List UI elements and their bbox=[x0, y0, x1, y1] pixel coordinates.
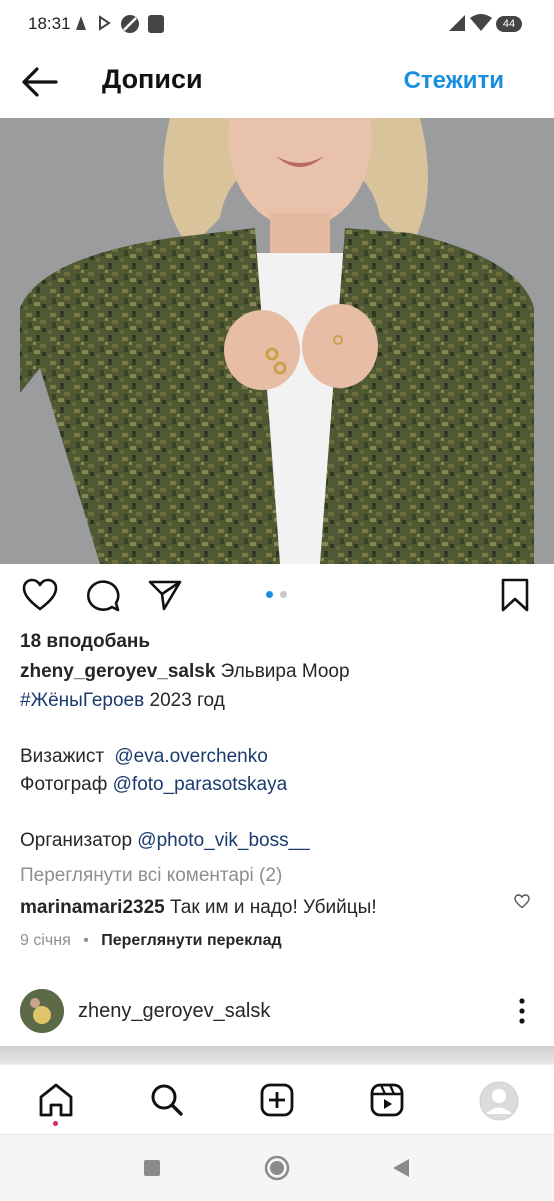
post-date: 9 січня bbox=[20, 932, 71, 949]
back-arrow-icon[interactable] bbox=[20, 64, 60, 100]
organizer-mention-link[interactable]: @photo_vik_boss__ bbox=[137, 830, 309, 851]
comment-like-heart-icon[interactable] bbox=[514, 894, 530, 909]
makeup-label: Визажист bbox=[20, 746, 110, 767]
top-header: Дописи Стежити bbox=[0, 48, 554, 118]
comment-username[interactable]: marinamari2325 bbox=[20, 897, 165, 918]
comment-text: Так им и надо! Убийцы! bbox=[164, 897, 377, 918]
app-icon bbox=[148, 15, 164, 33]
more-options-icon[interactable] bbox=[510, 996, 534, 1026]
caption-year: 2023 год bbox=[144, 690, 225, 711]
save-bookmark-icon[interactable] bbox=[500, 578, 530, 612]
next-post-image-preview[interactable] bbox=[0, 1046, 554, 1064]
like-heart-icon[interactable] bbox=[22, 578, 58, 612]
back-triangle-icon[interactable] bbox=[392, 1158, 410, 1178]
nav-search-icon[interactable] bbox=[150, 1083, 184, 1117]
battery-indicator: 44 bbox=[496, 16, 522, 32]
photographer-label: Фотограф bbox=[20, 774, 113, 795]
avatar-image bbox=[20, 989, 64, 1033]
caption-username[interactable]: zheny_geroyev_salsk bbox=[20, 661, 215, 682]
comment-row: marinamari2325 Так им и надо! Убийцы! bbox=[20, 896, 377, 920]
post-image bbox=[0, 118, 554, 564]
caption-line-2: #ЖёныГероев 2023 год bbox=[20, 689, 225, 713]
see-translation-link[interactable]: Переглянути переклад bbox=[101, 932, 281, 949]
next-post-username[interactable]: zheny_geroyev_salsk bbox=[78, 1000, 270, 1023]
caption-organizer-line: Организатор @photo_vik_boss__ bbox=[20, 829, 310, 853]
makeup-mention-link[interactable]: @eva.overchenko bbox=[114, 746, 267, 767]
dnd-icon bbox=[121, 15, 139, 33]
home-notification-dot bbox=[53, 1121, 58, 1126]
bottom-navigation bbox=[0, 1064, 554, 1135]
page-title: Дописи bbox=[102, 64, 203, 94]
comment-icon[interactable] bbox=[85, 578, 121, 612]
caption-photographer-line: Фотограф @foto_parasotskaya bbox=[20, 773, 287, 797]
caption-line-1: zheny_geroyev_salsk Эльвира Моор bbox=[20, 660, 350, 684]
recent-apps-icon[interactable] bbox=[143, 1159, 161, 1177]
post-actions bbox=[0, 564, 554, 628]
status-time: 18:31 bbox=[28, 14, 71, 33]
caption-makeup-line: Визажист @eva.overchenko bbox=[20, 745, 268, 769]
hashtag-link[interactable]: #ЖёныГероев bbox=[20, 690, 144, 711]
nav-profile-avatar-icon[interactable] bbox=[479, 1081, 519, 1121]
view-all-comments-link[interactable]: Переглянути всі коментарі (2) bbox=[20, 864, 282, 888]
notification-icon bbox=[76, 16, 86, 30]
nav-create-icon[interactable] bbox=[260, 1083, 294, 1117]
follow-button[interactable]: Стежити bbox=[404, 67, 504, 95]
signal-icon bbox=[449, 15, 465, 31]
meta-separator: • bbox=[83, 932, 89, 949]
system-navigation-bar bbox=[0, 1134, 554, 1201]
caption-text: Эльвира Моор bbox=[215, 661, 350, 682]
organizer-label: Организатор bbox=[20, 830, 138, 851]
play-icon bbox=[99, 15, 111, 31]
carousel-dot bbox=[280, 591, 287, 598]
home-circle-icon[interactable] bbox=[264, 1155, 290, 1181]
next-post-avatar[interactable] bbox=[20, 989, 64, 1033]
nav-reels-icon[interactable] bbox=[370, 1083, 404, 1117]
likes-count[interactable]: 18 вподобань bbox=[20, 630, 150, 654]
post-photo[interactable] bbox=[0, 118, 554, 564]
status-bar: 18:31 44 bbox=[0, 0, 554, 48]
carousel-dot-active bbox=[266, 591, 273, 598]
post-meta-row: 9 січня • Переглянути переклад bbox=[20, 930, 282, 952]
nav-home-icon[interactable] bbox=[38, 1083, 74, 1117]
photographer-mention-link[interactable]: @foto_parasotskaya bbox=[113, 774, 288, 795]
share-icon[interactable] bbox=[147, 578, 183, 612]
wifi-icon bbox=[470, 14, 492, 31]
